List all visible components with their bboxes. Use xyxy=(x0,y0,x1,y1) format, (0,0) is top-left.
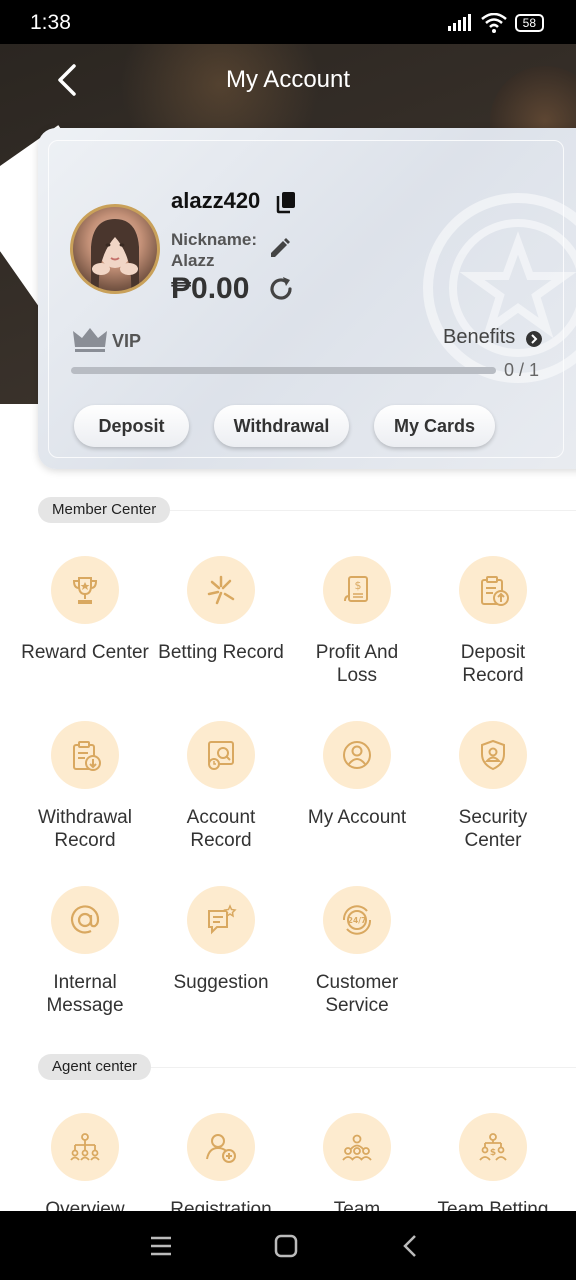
icon-circle xyxy=(459,556,527,624)
icon-circle: 24/7 xyxy=(323,886,391,954)
grid-item-registration[interactable]: Registration xyxy=(151,1113,291,1221)
shield-icon xyxy=(481,739,505,771)
grid-item-label: Betting Record xyxy=(158,642,284,663)
hierarchy-icon xyxy=(70,1133,100,1161)
my-cards-button[interactable]: My Cards xyxy=(374,405,495,447)
page-title: My Account xyxy=(225,66,351,93)
icon-circle xyxy=(51,556,119,624)
status-time: 1:38 xyxy=(30,11,71,34)
member-center-title: Member Center xyxy=(38,497,171,523)
grid-item-label: Customer Service xyxy=(315,972,399,1016)
edit-icon[interactable] xyxy=(268,236,292,260)
trophy-icon xyxy=(72,577,98,604)
svg-text:$: $ xyxy=(355,579,362,592)
grid-item-overview[interactable]: Overview xyxy=(15,1113,155,1221)
deposit-button[interactable]: Deposit xyxy=(74,405,189,447)
grid-item-my-account[interactable]: My Account xyxy=(287,721,427,829)
grid-item-label: Withdrawal Record xyxy=(38,807,132,851)
refresh-icon[interactable] xyxy=(266,274,296,304)
vip-progress-bar xyxy=(71,367,496,374)
balance: ₱0.00 xyxy=(171,272,250,305)
grid-item-label: Deposit Record xyxy=(460,642,526,686)
medal-watermark-icon xyxy=(423,193,576,383)
icon-circle xyxy=(459,721,527,789)
back-nav-icon[interactable] xyxy=(396,1231,426,1261)
grid-item-withdrawal-record[interactable]: Withdrawal Record xyxy=(15,721,155,852)
nickname: Nickname: Alazz xyxy=(171,229,271,271)
status-icons: 58 xyxy=(447,13,544,33)
menu-icon[interactable] xyxy=(146,1231,176,1261)
nickname-label: Nickname: xyxy=(171,230,257,249)
agent-center-title: Agent center xyxy=(38,1054,152,1080)
signal-icon xyxy=(447,14,471,31)
grid-item-account-record[interactable]: Account Record xyxy=(151,721,291,852)
benefits-link[interactable]: Benefits xyxy=(443,326,515,349)
vip-label: VIP xyxy=(112,331,142,351)
grid-item-security-center[interactable]: Security Center xyxy=(423,721,563,852)
icon-circle xyxy=(51,1113,119,1181)
icon-circle xyxy=(187,556,255,624)
status-bar: 1:38 58 xyxy=(0,0,576,44)
team-betting-icon: $ xyxy=(479,1133,507,1161)
grid-item-betting-record[interactable]: Betting Record xyxy=(151,556,291,664)
grid-item-team-betting[interactable]: $ Team Betting xyxy=(423,1113,563,1221)
withdrawal-record-icon xyxy=(73,741,101,771)
crown-icon xyxy=(73,328,107,352)
svg-text:24/7: 24/7 xyxy=(348,916,366,925)
grid-item-label: Internal Message xyxy=(46,972,124,1016)
icon-circle: $ xyxy=(323,556,391,624)
grid-item-customer-service[interactable]: 24/7 Customer Service xyxy=(287,886,427,1017)
nickname-value: Alazz xyxy=(171,251,215,270)
battery-icon: 58 xyxy=(514,14,544,32)
icon-circle xyxy=(323,1113,391,1181)
svg-text:$: $ xyxy=(490,1148,496,1158)
grid-item-label: Account Record xyxy=(186,807,256,851)
vip-progress-text: 0 / 1 xyxy=(504,360,540,380)
chevron-right-icon[interactable] xyxy=(526,331,542,347)
grid-item-internal-message[interactable]: Internal Message xyxy=(15,886,155,1017)
avatar[interactable] xyxy=(70,204,160,294)
grid-item-label: Security Center xyxy=(458,807,528,851)
grid-item-profit-and-loss[interactable]: $ Profit And Loss xyxy=(287,556,427,687)
add-user-icon xyxy=(206,1134,236,1163)
icon-circle xyxy=(187,886,255,954)
username: alazz420 xyxy=(171,188,261,213)
icon-circle xyxy=(323,721,391,789)
user-icon xyxy=(343,741,371,769)
team-icon xyxy=(342,1134,372,1161)
suggestion-icon xyxy=(208,904,237,935)
at-icon xyxy=(70,905,100,934)
withdrawal-button[interactable]: Withdrawal xyxy=(214,405,349,447)
grid-item-label: Profit And Loss xyxy=(315,642,399,686)
avatar-image xyxy=(91,219,139,291)
system-nav-bar xyxy=(0,1211,576,1280)
icon-circle xyxy=(187,1113,255,1181)
profit-icon: $ xyxy=(344,576,368,602)
grid-item-reward-center[interactable]: Reward Center xyxy=(15,556,155,664)
account-record-icon xyxy=(208,741,234,770)
support-247-icon: 24/7 xyxy=(342,905,372,935)
icon-circle xyxy=(51,721,119,789)
deposit-record-icon xyxy=(481,576,509,606)
grid-item-label: My Account xyxy=(307,807,407,828)
grid-item-deposit-record[interactable]: Deposit Record xyxy=(423,556,563,687)
grid-item-label: Reward Center xyxy=(21,642,149,663)
home-icon[interactable] xyxy=(271,1231,301,1261)
copy-icon[interactable] xyxy=(275,190,297,214)
grid-item-label: Suggestion xyxy=(173,972,269,993)
icon-circle: $ xyxy=(459,1113,527,1181)
icon-circle xyxy=(187,721,255,789)
grid-item-suggestion[interactable]: Suggestion xyxy=(151,886,291,994)
betting-icon xyxy=(207,575,235,605)
grid-item-team[interactable]: Team xyxy=(287,1113,427,1221)
wifi-icon xyxy=(480,13,507,33)
icon-circle xyxy=(51,886,119,954)
